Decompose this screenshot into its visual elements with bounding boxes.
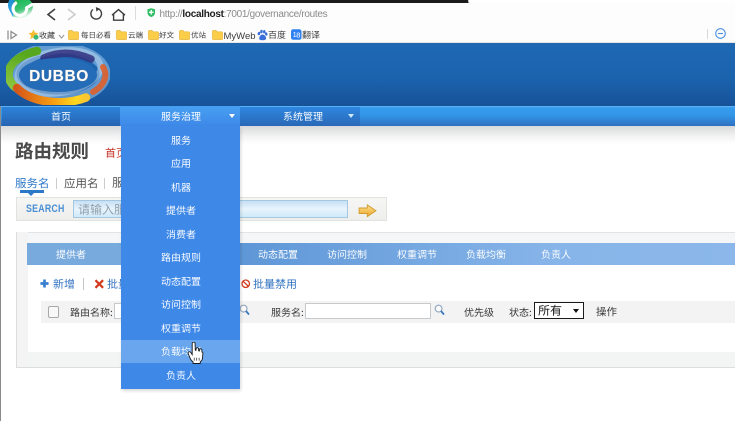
svg-text:DUBBO: DUBBO	[29, 68, 89, 85]
svg-text:8: 8	[296, 31, 300, 40]
